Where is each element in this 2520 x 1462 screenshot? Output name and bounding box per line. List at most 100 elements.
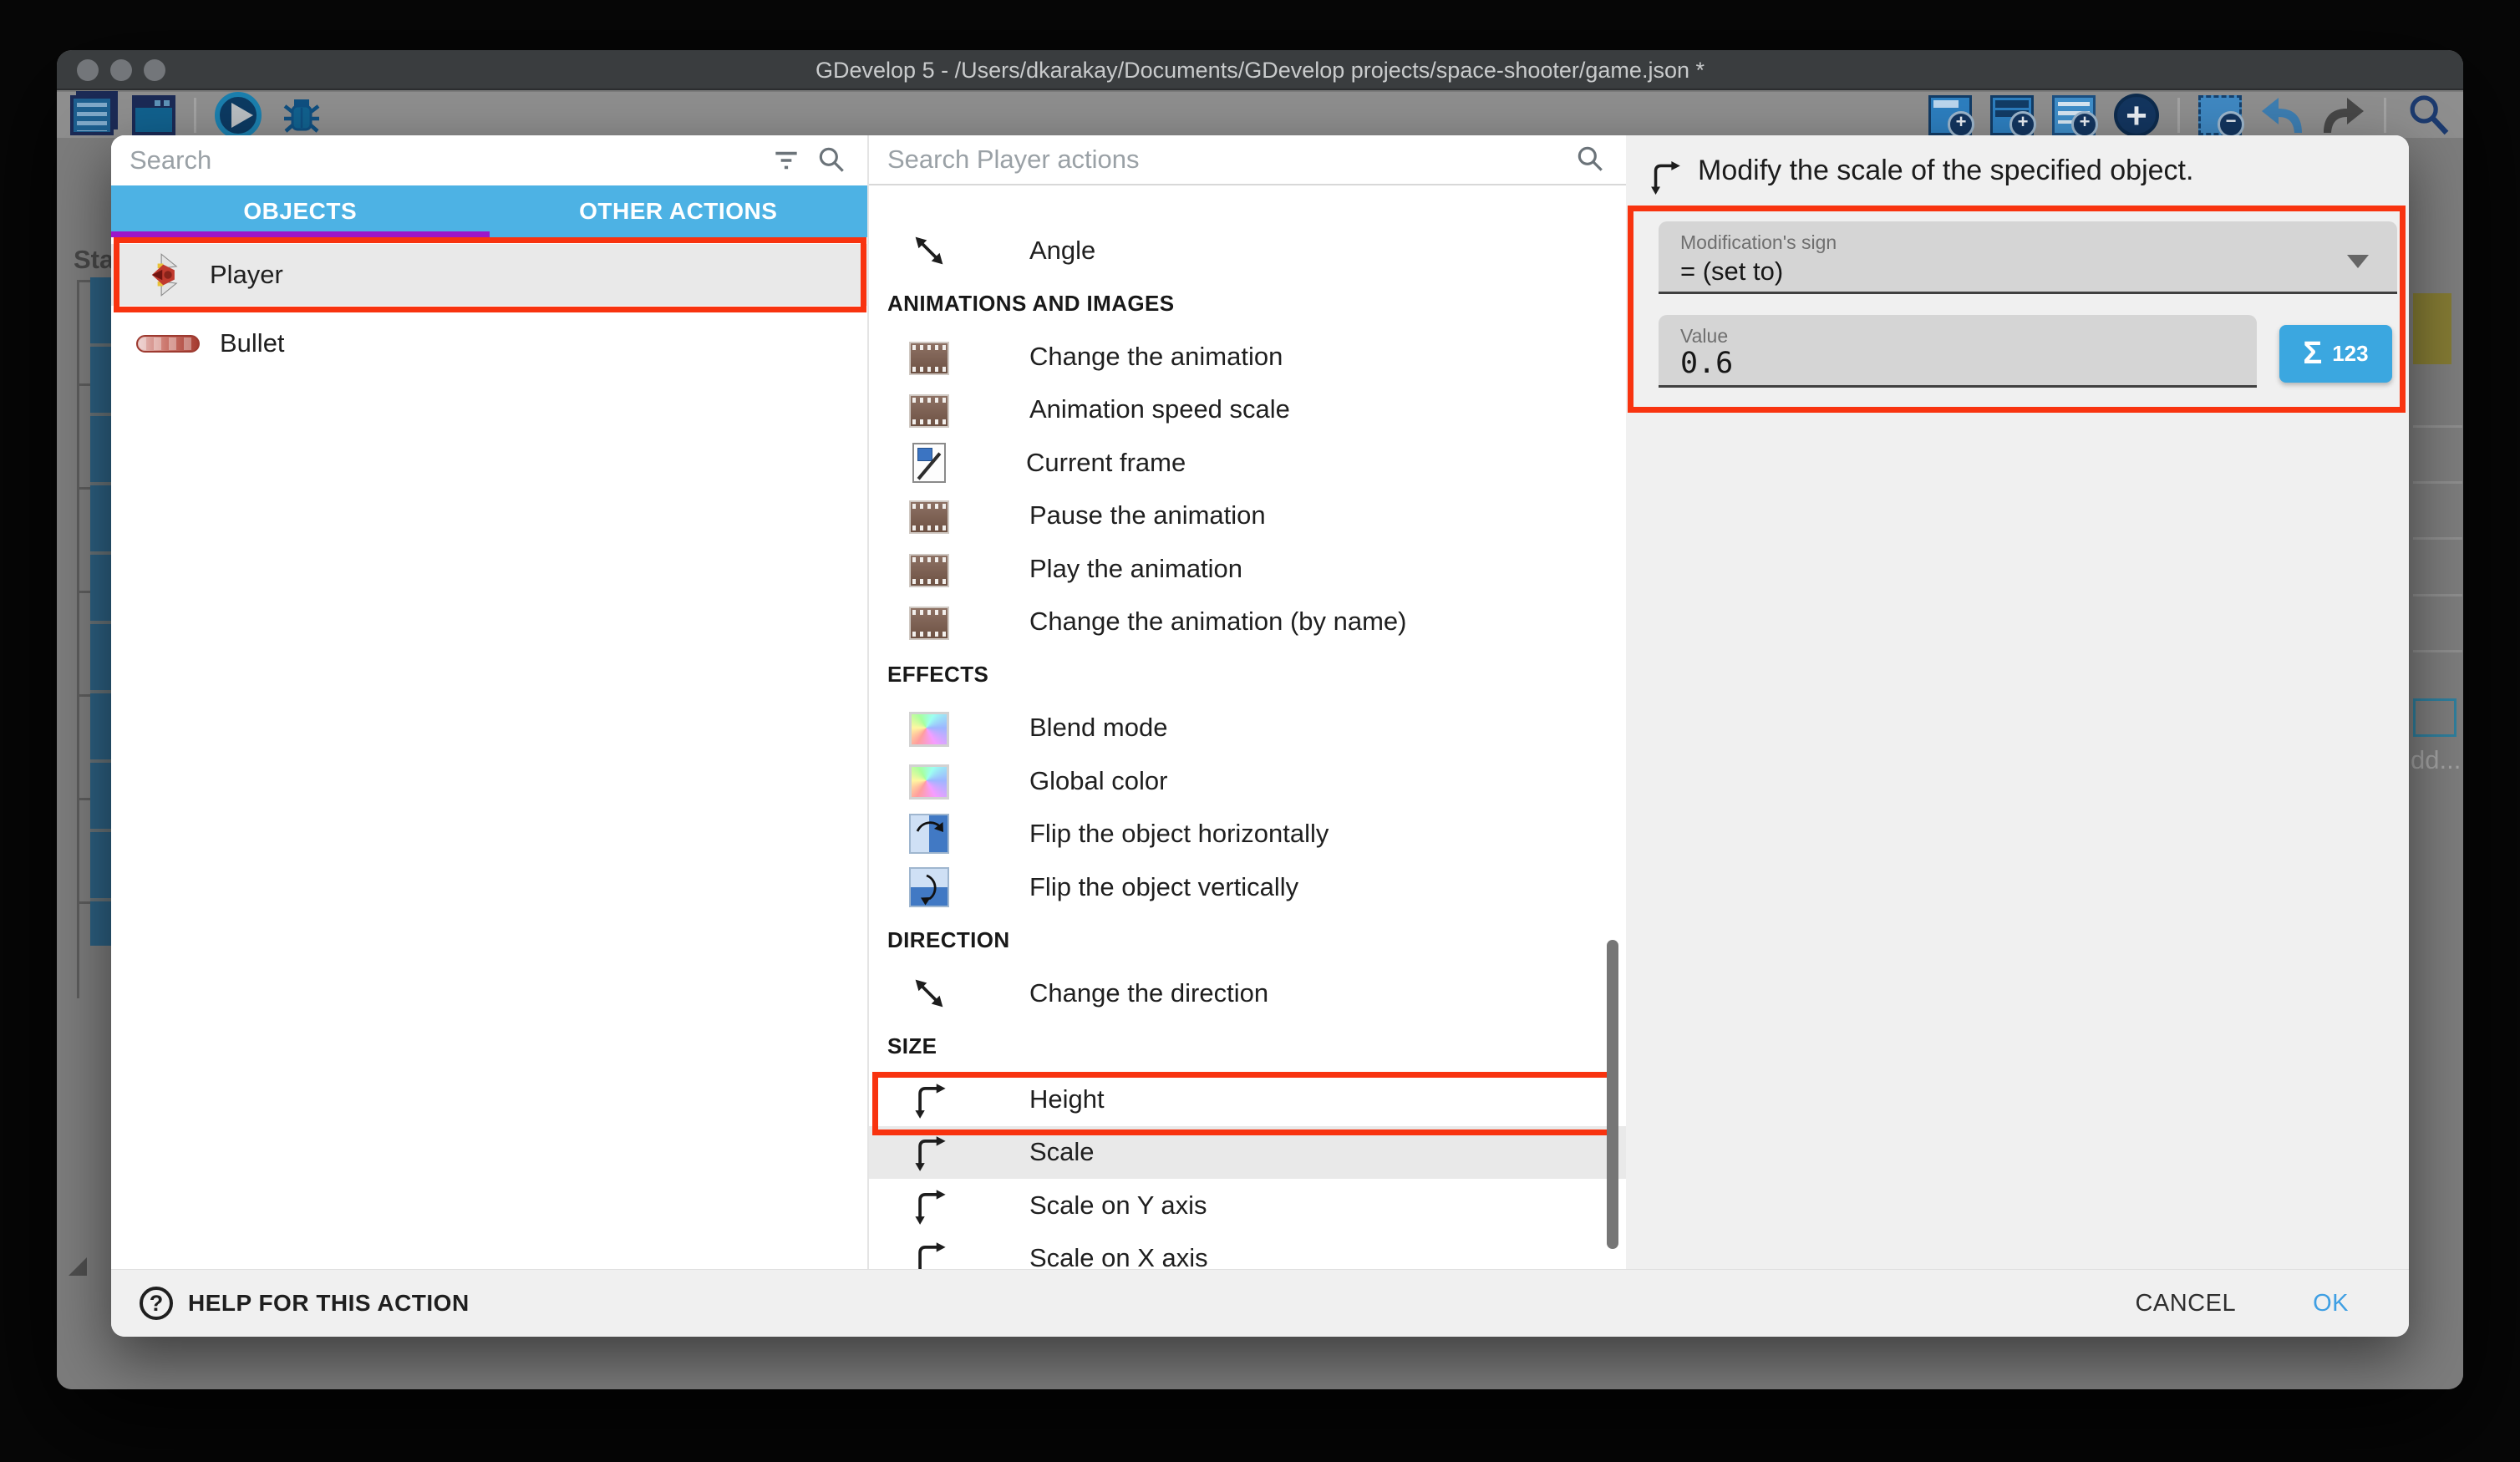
action-row-scale-on-x-axis[interactable]: Scale on X axis bbox=[869, 1232, 1626, 1270]
action-label: Change the animation bbox=[1029, 342, 1283, 372]
action-label: Pause the animation bbox=[1029, 500, 1266, 530]
cancel-button[interactable]: CANCEL bbox=[2135, 1290, 2236, 1317]
toolbar-right-group bbox=[1928, 92, 2453, 138]
object-row-player[interactable]: Player bbox=[111, 244, 869, 306]
expression-button-label: 123 bbox=[2332, 341, 2368, 367]
events-corner-decoration bbox=[69, 1257, 87, 1276]
search-icon[interactable] bbox=[1574, 144, 1606, 175]
actions-panel: Angle ANIMATIONS AND IMAGES Change the ani… bbox=[869, 135, 1626, 1269]
action-label: Current frame bbox=[1026, 448, 1186, 478]
scale-icon bbox=[909, 1185, 949, 1226]
modification-sign-select[interactable]: Modification's sign = (set to) bbox=[1659, 221, 2397, 294]
action-group-header: SIZE bbox=[869, 1020, 1626, 1074]
field-label: Value bbox=[1680, 325, 1728, 348]
action-row-play-the-animation[interactable]: Play the animation bbox=[869, 542, 1626, 596]
objects-panel: OBJECTS OTHER ACTIONS PlayerBullet bbox=[111, 135, 869, 1269]
toolbar-separator bbox=[2384, 98, 2386, 133]
action-row-height[interactable]: Height bbox=[869, 1073, 1626, 1126]
window-title: GDevelop 5 - /Users/dkarakay/Documents/G… bbox=[57, 50, 2463, 90]
ok-button[interactable]: OK bbox=[2313, 1290, 2349, 1317]
scale-icon bbox=[909, 1079, 949, 1119]
action-row-change-the-animation[interactable]: Change the animation bbox=[869, 330, 1626, 383]
expression-editor-button[interactable]: Σ 123 bbox=[2279, 325, 2392, 383]
action-label: Change the animation (by name) bbox=[1029, 607, 1406, 637]
bullet-icon bbox=[136, 335, 200, 353]
action-row-angle[interactable]: Angle bbox=[869, 224, 1626, 277]
action-row-animation-speed-scale[interactable]: Animation speed scale bbox=[869, 383, 1626, 437]
toolbar-separator bbox=[194, 98, 196, 133]
tab-objects[interactable]: OBJECTS bbox=[111, 185, 490, 237]
objects-search-row bbox=[111, 135, 867, 185]
search-icon[interactable] bbox=[815, 145, 847, 176]
sigma-icon: Σ bbox=[2303, 336, 2322, 372]
objects-search-input[interactable] bbox=[130, 145, 757, 175]
actions-scrollbar-thumb[interactable] bbox=[1607, 940, 1618, 1249]
action-label: Scale bbox=[1029, 1137, 1095, 1167]
field-value: = (set to) bbox=[1680, 256, 1783, 287]
debug-icon[interactable] bbox=[280, 95, 323, 135]
add-circle-icon[interactable] bbox=[2114, 94, 2159, 137]
rainbow-icon bbox=[909, 764, 949, 800]
help-button[interactable]: ? HELP FOR THIS ACTION bbox=[140, 1287, 470, 1320]
action-label: Angle bbox=[1029, 236, 1095, 266]
action-row-scale[interactable]: Scale bbox=[869, 1126, 1626, 1180]
direction-arrow-icon bbox=[909, 973, 949, 1013]
filter-icon[interactable] bbox=[770, 145, 802, 176]
actions-search-row bbox=[869, 135, 1626, 185]
action-row-flip-the-object-vertically[interactable]: Flip the object vertically bbox=[869, 860, 1626, 914]
empty-event-decoration bbox=[2413, 698, 2456, 737]
flip-v-icon bbox=[909, 867, 949, 907]
value-input-field[interactable]: Value 0.6 bbox=[1659, 315, 2257, 388]
action-label: Global color bbox=[1029, 766, 1167, 796]
field-value: 0.6 bbox=[1680, 347, 1733, 380]
film-icon bbox=[909, 500, 949, 534]
scene-tab-label: Sta bbox=[74, 245, 114, 275]
player-ship-icon bbox=[146, 251, 190, 298]
action-group-header: ANIMATIONS AND IMAGES bbox=[869, 277, 1626, 331]
action-row-change-the-direction[interactable]: Change the direction bbox=[869, 967, 1626, 1020]
actions-search-input[interactable] bbox=[887, 145, 1561, 175]
action-group-header: EFFECTS bbox=[869, 648, 1626, 702]
project-manager-icon[interactable] bbox=[70, 95, 114, 135]
add-event-icon[interactable] bbox=[1928, 95, 1972, 135]
object-row-bullet[interactable]: Bullet bbox=[111, 312, 869, 374]
action-label: Scale on Y axis bbox=[1029, 1190, 1207, 1221]
action-label: Flip the object horizontally bbox=[1029, 819, 1329, 849]
actions-list: Angle ANIMATIONS AND IMAGES Change the ani… bbox=[869, 185, 1626, 1269]
action-label: Blend mode bbox=[1029, 713, 1167, 743]
add-comment-icon[interactable] bbox=[2052, 95, 2096, 135]
action-label: Flip the object vertically bbox=[1029, 872, 1298, 902]
flip-h-icon bbox=[909, 814, 949, 854]
add-subevent-icon[interactable] bbox=[1990, 95, 2034, 135]
event-block-decoration bbox=[2413, 293, 2451, 364]
tab-other-actions[interactable]: OTHER ACTIONS bbox=[490, 185, 868, 237]
toolbar-left-group bbox=[70, 92, 323, 138]
action-row-current-frame[interactable]: Current frame bbox=[869, 436, 1626, 490]
frame-icon bbox=[912, 443, 946, 483]
action-label: Scale on X axis bbox=[1029, 1243, 1208, 1269]
action-label: Animation speed scale bbox=[1029, 394, 1290, 424]
action-detail-panel bbox=[1626, 135, 2409, 1269]
toolbar-search-icon[interactable] bbox=[2405, 92, 2453, 139]
toolbar-separator bbox=[2177, 98, 2180, 133]
action-row-blend-mode[interactable]: Blend mode bbox=[869, 702, 1626, 755]
redo-icon[interactable] bbox=[2322, 95, 2365, 135]
undo-icon[interactable] bbox=[2260, 95, 2304, 135]
delete-event-icon[interactable] bbox=[2198, 95, 2242, 135]
play-icon[interactable] bbox=[215, 92, 262, 139]
action-row-flip-the-object-horizontally[interactable]: Flip the object horizontally bbox=[869, 808, 1626, 861]
action-row-change-the-animation-by-name[interactable]: Change the animation (by name) bbox=[869, 596, 1626, 649]
action-label: Play the animation bbox=[1029, 554, 1242, 584]
field-label: Modification's sign bbox=[1680, 231, 1837, 254]
direction-arrow-icon bbox=[909, 231, 949, 271]
rainbow-icon bbox=[909, 712, 949, 747]
action-row-pause-the-animation[interactable]: Pause the animation bbox=[869, 490, 1626, 543]
open-scene-icon[interactable] bbox=[132, 95, 175, 135]
action-row-global-color[interactable]: Global color bbox=[869, 754, 1626, 808]
chevron-down-icon bbox=[2347, 255, 2369, 268]
action-group-header: DIRECTION bbox=[869, 914, 1626, 967]
scale-icon bbox=[1645, 157, 1684, 195]
events-rows-decoration bbox=[90, 277, 111, 946]
action-row-scale-on-y-axis[interactable]: Scale on Y axis bbox=[869, 1179, 1626, 1232]
film-icon bbox=[909, 342, 949, 375]
